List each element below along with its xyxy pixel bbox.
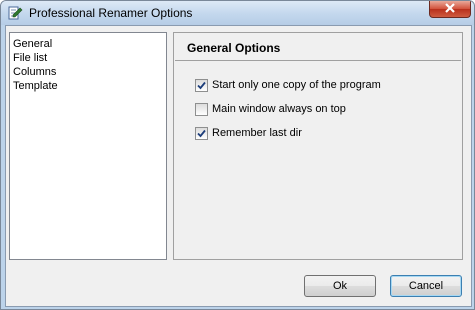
single-instance-checkbox[interactable] xyxy=(195,78,208,92)
remember-last-dir-label: Remember last dir xyxy=(212,127,302,139)
general-options-panel: General Options Start only one copy of t… xyxy=(173,32,463,260)
nav-item-template[interactable]: Template xyxy=(13,79,58,93)
panel-title: General Options xyxy=(187,41,281,55)
options-dialog: Professional Renamer Options General Fil… xyxy=(0,0,475,310)
checkmark-icon xyxy=(197,129,206,137)
close-button[interactable] xyxy=(429,1,471,18)
option-always-on-top[interactable]: Main window always on top xyxy=(195,102,346,116)
option-remember-last-dir[interactable]: Remember last dir xyxy=(195,126,302,140)
title-bar[interactable]: Professional Renamer Options xyxy=(1,1,474,25)
nav-item-columns[interactable]: Columns xyxy=(13,65,56,79)
remember-last-dir-checkbox[interactable] xyxy=(195,126,208,140)
ok-button[interactable]: Ok xyxy=(304,275,376,297)
always-on-top-label: Main window always on top xyxy=(212,103,346,115)
option-single-instance[interactable]: Start only one copy of the program xyxy=(195,78,381,92)
pencil-document-icon xyxy=(7,5,23,21)
close-icon xyxy=(444,2,456,16)
always-on-top-checkbox[interactable] xyxy=(195,102,208,116)
nav-item-general[interactable]: General xyxy=(13,37,52,51)
nav-item-file-list[interactable]: File list xyxy=(13,51,47,65)
cancel-button[interactable]: Cancel xyxy=(390,275,462,297)
dialog-client-area: General File list Columns Template Gener… xyxy=(5,25,472,307)
single-instance-label: Start only one copy of the program xyxy=(212,79,381,91)
window-title: Professional Renamer Options xyxy=(29,6,193,20)
options-category-list[interactable]: General File list Columns Template xyxy=(9,32,167,260)
checkmark-icon xyxy=(197,81,206,89)
panel-header: General Options xyxy=(175,34,461,61)
